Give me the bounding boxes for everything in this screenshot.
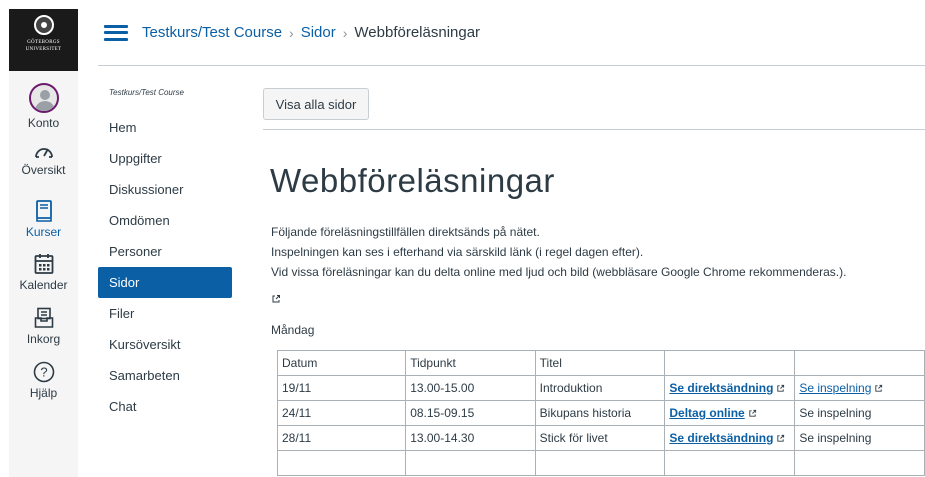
global-nav-konto[interactable]: Konto [9, 83, 78, 130]
global-nav-label: Konto [27, 116, 60, 130]
global-nav-label: Översikt [21, 163, 66, 177]
date-cell: 24/11 [276, 400, 407, 426]
table-row: 19/11 13.00-15.00 Introduktion Se direkt… [276, 375, 925, 401]
courses-icon [35, 200, 52, 222]
course-nav-filer[interactable]: Filer [98, 298, 232, 329]
live-stream-link[interactable]: Se direktsändning [669, 381, 773, 395]
intro-line: Vid vissa föreläsningar kan du delta onl… [271, 265, 847, 279]
table-header-row: Datum Tidpunkt Titel [276, 350, 925, 376]
recording-cell: Se inspelning [794, 400, 925, 426]
title-cell: Introduktion [534, 375, 666, 401]
logo-text-line2: UNIVERSITET [25, 47, 62, 52]
title-cell: Bikupans historia [534, 400, 666, 426]
table-row: 28/11 13.00-14.30 Stick för livet Se dir… [276, 425, 925, 451]
table-header-cell: Datum [276, 350, 407, 376]
dashboard-icon [34, 148, 53, 158]
course-nav-title: Testkurs/Test Course [109, 88, 184, 97]
time-cell: 08.15-09.15 [405, 400, 536, 426]
global-nav-label: Kurser [25, 225, 62, 239]
help-icon: ? [33, 361, 54, 383]
table-header-cell [794, 350, 925, 376]
course-nav-uppgifter[interactable]: Uppgifter [98, 143, 232, 174]
intro-line: Följande föreläsningstillfällen direktsä… [271, 225, 540, 239]
course-nav-sidor[interactable]: Sidor [98, 267, 232, 298]
global-nav-hjalp[interactable]: ? Hjälp [9, 361, 78, 400]
avatar-icon [28, 83, 59, 113]
breadcrumb-course-link[interactable]: Testkurs/Test Course [142, 24, 282, 41]
toolbar-divider [263, 129, 925, 130]
time-cell: 13.00-15.00 [405, 375, 536, 401]
global-nav-kalender[interactable]: Kalender [9, 253, 78, 292]
title-cell: Stick för livet [534, 425, 666, 451]
live-stream-link[interactable]: Se direktsändning [669, 431, 773, 445]
hamburger-menu-icon[interactable] [104, 24, 128, 41]
external-link-icon [749, 410, 756, 417]
table-header-cell: Titel [534, 350, 666, 376]
inbox-icon [34, 307, 53, 328]
table-row-empty [276, 450, 925, 476]
global-nav-inkorg[interactable]: Inkorg [9, 307, 78, 346]
course-nav-chat[interactable]: Chat [98, 391, 232, 422]
course-nav-personer[interactable]: Personer [98, 236, 232, 267]
university-logo[interactable]: GÖTEBORGS UNIVERSITET [9, 9, 78, 71]
course-navigation: Testkurs/Test Course Hem Uppgifter Disku… [98, 88, 232, 422]
global-nav-label: Hjälp [29, 386, 58, 400]
recording-link[interactable]: Se inspelning [799, 381, 871, 395]
breadcrumb: Testkurs/Test Course › Sidor › Webbförel… [142, 24, 480, 41]
breadcrumb-section-link[interactable]: Sidor [301, 24, 336, 41]
recording-cell: Se inspelning [794, 375, 925, 401]
external-link-icon[interactable] [271, 294, 281, 304]
time-cell: 13.00-14.30 [405, 425, 536, 451]
calendar-icon [34, 254, 53, 274]
breadcrumb-separator: › [289, 24, 294, 41]
course-nav-kursoversikt[interactable]: Kursöversikt [98, 329, 232, 360]
course-nav-omdomen[interactable]: Omdömen [98, 205, 232, 236]
date-cell: 19/11 [276, 375, 407, 401]
course-nav-hem[interactable]: Hem [98, 112, 232, 143]
external-link-icon [777, 385, 785, 392]
global-nav-label: Kalender [19, 278, 68, 292]
page-title: Webbföreläsningar [270, 162, 555, 199]
svg-text:?: ? [40, 365, 47, 380]
logo-text-line1: GÖTEBORGS [27, 40, 60, 45]
table-row: 24/11 08.15-09.15 Bikupans historia Delt… [276, 400, 925, 426]
stream-cell: Deltag online [664, 400, 796, 426]
external-link-icon [875, 385, 883, 392]
page-header: Testkurs/Test Course › Sidor › Webbförel… [98, 0, 925, 66]
stream-cell: Se direktsändning [664, 375, 796, 401]
stream-cell: Se direktsändning [664, 425, 796, 451]
day-label: Måndag [271, 323, 315, 337]
recording-cell: Se inspelning [794, 425, 925, 451]
global-navigation: GÖTEBORGS UNIVERSITET Konto Översikt Kur… [9, 9, 78, 477]
external-link-icon [777, 435, 785, 442]
global-nav-label: Inkorg [26, 332, 61, 346]
breadcrumb-separator: › [342, 24, 348, 41]
intro-line: Inspelningen kan ses i efterhand via sär… [271, 245, 644, 259]
intro-text: Följande föreläsningstillfällen direktsä… [271, 222, 846, 282]
table-header-cell: Tidpunkt [405, 350, 536, 376]
breadcrumb-current: Webbföreläsningar [354, 24, 481, 41]
university-seal-icon [33, 15, 54, 35]
global-nav-oversikt[interactable]: Översikt [9, 142, 78, 177]
table-header-cell [664, 350, 796, 376]
course-nav-samarbeten[interactable]: Samarbeten [98, 360, 232, 391]
date-cell: 28/11 [276, 425, 407, 451]
global-nav-kurser[interactable]: Kurser [9, 200, 78, 239]
course-nav-diskussioner[interactable]: Diskussioner [98, 174, 232, 205]
join-online-link[interactable]: Deltag online [669, 406, 744, 420]
lecture-schedule-table: Datum Tidpunkt Titel 19/11 13.00-15.00 I… [276, 350, 925, 476]
view-all-pages-button[interactable]: Visa alla sidor [263, 88, 369, 120]
